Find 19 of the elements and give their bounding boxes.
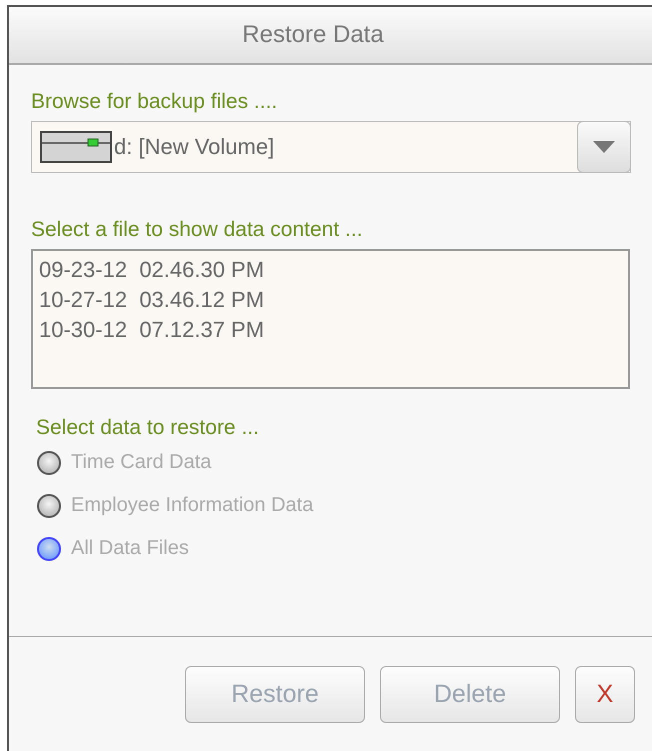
caret-icon xyxy=(593,141,615,153)
section-label: Browse for backup files .... xyxy=(31,89,278,115)
dropdown-arrow-button[interactable] xyxy=(577,121,631,173)
radio-button[interactable] xyxy=(37,494,61,518)
radio-label: Employee Information Data xyxy=(71,494,314,517)
section-label: Select a file to show data content ... xyxy=(31,217,364,243)
window-title: Restore Data xyxy=(242,21,384,49)
radio-label: Time Card Data xyxy=(71,451,212,474)
drive-icon xyxy=(40,131,112,163)
drive-dropdown[interactable]: d: [New Volume] xyxy=(31,121,631,173)
radio-button[interactable] xyxy=(37,536,61,560)
file-list-item[interactable]: 09-23-12 02.46.30 PM xyxy=(39,255,622,285)
dropdown-value: d: [New Volume] xyxy=(114,134,276,160)
radio-button[interactable] xyxy=(37,450,61,474)
radio-label: All Data Files xyxy=(71,537,189,560)
file-list-item[interactable]: 10-30-12 07.12.37 PM xyxy=(39,315,622,345)
close-button[interactable]: X xyxy=(575,666,635,723)
section-label: Select data to restore ... xyxy=(36,415,260,441)
file-list-item[interactable]: 10-27-12 03.46.12 PM xyxy=(39,285,622,315)
